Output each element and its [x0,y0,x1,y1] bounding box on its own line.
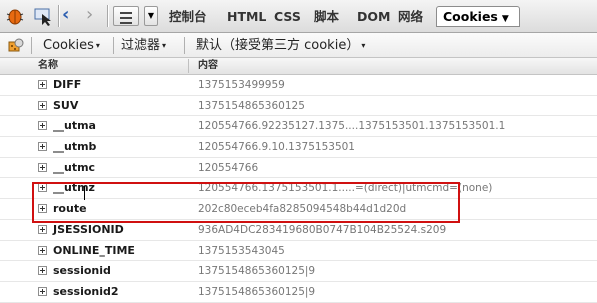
cookies-table-header: 名称 内容 [0,58,597,75]
tab-cookies-label: Cookies [443,9,498,24]
tab-console[interactable]: 控制台 [163,7,213,27]
filter-menu[interactable]: 过滤器 ▾ [121,37,166,54]
expand-plus-icon[interactable] [38,162,47,172]
cookie-name: ONLINE_TIME [53,243,135,257]
cookie-name: SUV [53,98,79,112]
column-header-value[interactable]: 内容 [198,58,218,74]
table-row[interactable]: __utma 120554766.92235127.1375....137515… [0,116,597,138]
cookie-value: 1375154865360125|9 [198,265,316,278]
tab-css[interactable]: CSS [268,7,307,27]
cookie-value: 120554766 [198,161,259,174]
expand-plus-icon[interactable] [38,121,47,131]
column-header-name[interactable]: 名称 [38,58,58,74]
inspect-element-icon[interactable] [32,6,54,26]
cookie-name: __utmz [53,181,95,195]
table-row[interactable]: __utmz 120554766.1375153501.1.....=(dire… [0,178,597,200]
cookies-toolbar: Cookies ▾ 过滤器 ▾ 默认（接受第三方 cookie） ▾ [0,33,597,58]
firebug-toolbar: ‹ › ▼ 控制台 HTML CSS 脚本 DOM 网络 Cookies ▼ [0,0,597,33]
table-row[interactable]: SUV 1375154865360125 [0,96,597,117]
expand-plus-icon[interactable] [38,286,47,296]
cookie-name: __utmb [53,140,97,154]
cookie-value: 120554766.1375153501.1.....=(direct)|utm… [198,182,493,195]
cookie-value: 120554766.9.10.1375153501 [198,141,355,154]
tab-cookies[interactable]: Cookies ▼ [436,6,520,27]
cookie-name: route [53,202,87,216]
table-row[interactable]: route 202c80eceb4fa8285094548b44d1d20d [0,199,597,220]
menu-icon[interactable] [113,6,139,26]
table-row[interactable]: __utmc 120554766 [0,158,597,179]
forward-arrow-icon[interactable]: › [86,6,104,26]
filter-menu-label: 过滤器 [121,38,161,53]
firebug-bug-icon[interactable] [4,6,26,26]
cookie-value: 1375154865360125 [198,99,305,112]
tab-script[interactable]: 脚本 [308,7,345,27]
cookies-menu[interactable]: Cookies ▾ [43,37,100,54]
cookie-value: 1375153499959 [198,79,285,91]
cookies-menu-caret-icon: ▾ [95,41,100,50]
cookie-icon [8,37,24,53]
back-arrow-icon[interactable]: ‹ [62,6,80,26]
tab-network[interactable]: 网络 [392,7,429,27]
tab-dom[interactable]: DOM [351,7,396,27]
cookies-table-body: DIFF 1375153499959 SUV 1375154865360125 … [0,75,597,303]
expand-plus-icon[interactable] [38,80,47,89]
expand-plus-icon[interactable] [38,183,47,193]
cookie-value: 1375154865360125|9 [198,285,316,298]
expand-plus-icon[interactable] [38,204,47,214]
expand-plus-icon[interactable] [38,266,47,276]
cookie-value: 120554766.92235127.1375....1375153501.13… [198,120,506,133]
table-row[interactable]: JSESSIONID 936AD4DC283419680B0747B104B25… [0,220,597,241]
table-row[interactable]: sessionid 1375154865360125|9 [0,261,597,282]
cookie-value: 1375153543045 [198,244,285,257]
cookie-name: __utma [53,119,96,133]
default-policy-caret-icon: ▾ [361,41,366,50]
cookie-name: sessionid [53,264,111,278]
table-row[interactable]: DIFF 1375153499959 [0,75,597,96]
tab-html[interactable]: HTML [221,7,272,27]
expand-plus-icon[interactable] [38,245,47,255]
cookies-menu-label: Cookies [43,38,94,53]
expand-plus-icon[interactable] [38,142,47,152]
expand-plus-icon[interactable] [38,100,47,110]
cookie-value: 202c80eceb4fa8285094548b44d1d20d [198,203,407,216]
cookie-name: JSESSIONID [53,222,124,236]
table-row[interactable]: __utmb 120554766.9.10.1375153501 [0,137,597,158]
tab-cookies-caret-icon: ▼ [501,14,509,24]
menu-dropdown-icon[interactable]: ▼ [144,6,158,26]
expand-plus-icon[interactable] [38,224,47,234]
table-row[interactable]: ONLINE_TIME 1375153543045 [0,241,597,262]
cookie-name: sessionid2 [53,284,119,298]
cookie-value: 936AD4DC283419680B0747B104B25524.s209 [198,223,447,236]
table-row[interactable]: sessionid2 1375154865360125|9 [0,282,597,303]
text-cursor [84,186,85,200]
default-policy-menu-label: 默认（接受第三方 cookie） [196,38,360,53]
cookie-name: __utmc [53,160,96,174]
cookie-name: DIFF [53,78,82,91]
filter-menu-caret-icon: ▾ [162,41,167,50]
default-policy-menu[interactable]: 默认（接受第三方 cookie） ▾ [196,37,365,54]
